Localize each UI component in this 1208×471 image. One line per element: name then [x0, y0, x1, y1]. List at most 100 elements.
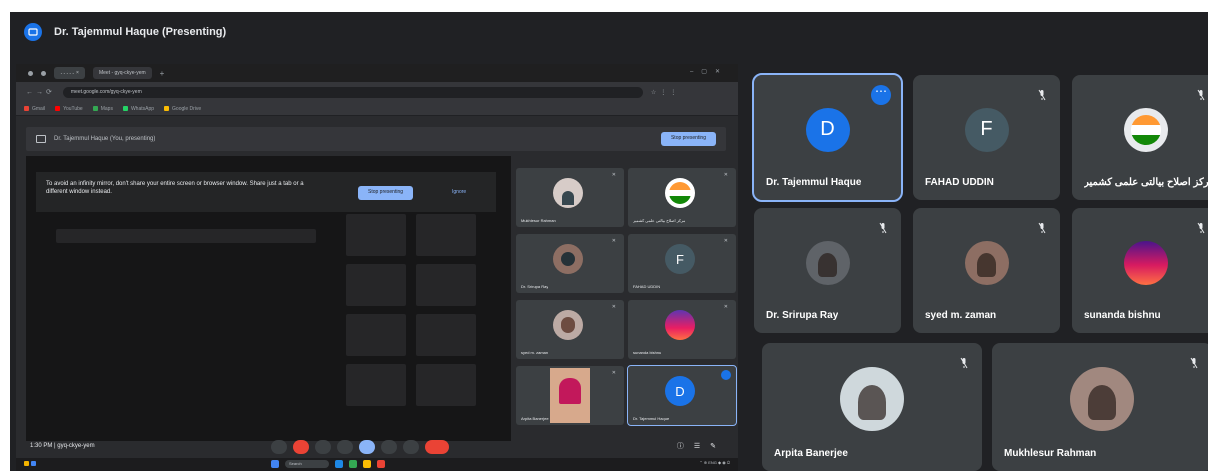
warning-text: To avoid an infinity mirror, don't share…	[46, 181, 304, 195]
app-icon	[349, 460, 357, 468]
avatar: F	[964, 107, 1009, 152]
inner-tile-name: FAHAD UDDIN	[633, 284, 661, 289]
inner-tile: ✕ Dr. Srirupa Ray	[516, 234, 624, 293]
bookmark-item: Gmail	[24, 106, 45, 112]
mic-off-icon	[1197, 222, 1205, 234]
avatar: D	[805, 107, 850, 152]
avatar	[1070, 367, 1134, 431]
bookmark-item: WhatsApp	[122, 106, 154, 112]
browser-tab: ۔۔۔۔۔ ×	[54, 67, 85, 79]
mic-off-icon: ✕	[611, 370, 616, 376]
mic-icon	[271, 440, 287, 454]
present-icon	[36, 135, 46, 143]
avatar-initial: F	[980, 118, 993, 140]
mic-off-icon: ✕	[723, 172, 728, 178]
avatar	[665, 178, 695, 208]
window-controls-icon: –▢✕	[689, 69, 728, 75]
participant-name: Dr. Srirupa Ray	[766, 310, 839, 321]
presenting-bar: Dr. Tajemmul Haque (You, presenting) Sto…	[26, 127, 726, 151]
participant-tile[interactable]: Mukhlesur Rahman	[992, 343, 1208, 471]
avatar	[665, 310, 695, 340]
avatar	[1123, 107, 1168, 152]
profile-icon	[28, 70, 33, 76]
inner-control-buttons	[271, 440, 449, 454]
avatar	[553, 244, 583, 274]
avatar: D	[665, 376, 695, 406]
mic-off-icon	[879, 222, 887, 234]
shared-screen[interactable]: ۔۔۔۔۔ × Meet - gyq-ckye-yem + –▢✕ ←→⟳ me…	[16, 64, 738, 471]
mirrored-tile	[416, 214, 476, 256]
inner-tile: ✕ Arpita Banerjee	[516, 366, 624, 425]
warning-stop-button: Stop presenting	[358, 186, 414, 200]
mic-off-icon	[1197, 89, 1205, 101]
participant-tile[interactable]: Dr. Srirupa Ray	[754, 208, 901, 333]
presenting-bar-label: Dr. Tajemmul Haque (You, presenting)	[54, 136, 156, 142]
meet-window: Dr. Tajemmul Haque (Presenting) ۔۔۔۔۔ × …	[10, 12, 1208, 471]
new-tab-icon: +	[159, 68, 165, 78]
profile-icon	[41, 70, 46, 76]
app-icon	[377, 460, 385, 468]
participant-tile[interactable]: syed m. zaman	[913, 208, 1060, 333]
more-options-icon[interactable]: ⋯	[871, 85, 891, 105]
mic-off-icon	[1190, 357, 1198, 369]
browser-tab-active: Meet - gyq-ckye-yem	[92, 67, 152, 79]
participant-name: Arpita Banerjee	[774, 448, 848, 459]
start-menu-icon	[271, 460, 279, 468]
mic-off-icon	[1038, 89, 1046, 101]
participant-tile[interactable]: Arpita Banerjee	[762, 343, 982, 471]
inner-meet-controls: 1:30 PM | gyq-ckye-yem ⓘ☰✎	[16, 436, 738, 458]
mic-off-icon: ✕	[611, 238, 616, 244]
inner-tile-name: syed m. zaman	[521, 350, 549, 355]
windows-start-icon	[24, 461, 38, 468]
participant-tile[interactable]: F FAHAD UDDIN	[913, 75, 1060, 200]
participant-name: syed m. zaman	[925, 310, 997, 321]
raise-hand-icon	[381, 440, 397, 454]
avatar	[1123, 240, 1168, 285]
screenshot: Dr. Tajemmul Haque (Presenting) ۔۔۔۔۔ × …	[0, 0, 1208, 471]
participant-tile[interactable]: D ⋯ Dr. Tajemmul Haque	[752, 73, 903, 202]
mic-off-icon: ✕	[611, 304, 616, 310]
participant-name: FAHAD UDDIN	[925, 177, 994, 188]
mic-off-icon	[1038, 222, 1046, 234]
taskbar-apps: Search	[271, 460, 385, 468]
mirrored-tile	[416, 364, 476, 406]
avatar-initial: D	[820, 118, 835, 140]
present-icon	[359, 440, 375, 454]
participant-tile[interactable]: مرکز اصلاح بیالتی علمی کشمیر	[1072, 75, 1208, 200]
inner-tile: ✕ sunanda bishnu	[628, 300, 736, 359]
inner-tile-name: Arpita Banerjee	[521, 416, 549, 421]
system-tray: ⌃ ⊕ ENG ◆ ◉ ⏻	[699, 460, 730, 465]
omnibox: meet.google.com/gyq-ckye-yem	[62, 86, 643, 98]
camera-off-icon	[293, 440, 309, 454]
mirrored-bar	[56, 229, 316, 243]
bookmark-item: YouTube	[55, 106, 83, 112]
video-feed	[550, 368, 590, 423]
mic-off-icon: ✕	[723, 238, 728, 244]
inner-tile: ✕ syed m. zaman	[516, 300, 624, 359]
avatar: F	[665, 244, 695, 274]
inner-tile: ✕ F FAHAD UDDIN	[628, 234, 736, 293]
participant-tile[interactable]: sunanda bishnu	[1072, 208, 1208, 333]
participant-name: sunanda bishnu	[1084, 310, 1161, 321]
inner-tile: ✕ مرکز اصلاح بیالتی علمی کشمیر	[628, 168, 736, 227]
participant-name: Mukhlesur Rahman	[1004, 448, 1097, 459]
inner-tile-name: مرکز اصلاح بیالتی علمی کشمیر	[633, 218, 686, 223]
inner-tile: D Dr. Tajemmul Haque	[627, 365, 737, 426]
emoji-icon	[337, 440, 353, 454]
avatar	[553, 178, 583, 208]
mirrored-tile	[346, 264, 406, 306]
inner-right-controls: ⓘ☰✎	[676, 443, 726, 450]
inner-tile: ✕ Mukhlesur Rahman	[516, 168, 624, 227]
mirrored-tile	[346, 214, 406, 256]
inner-tile-name: Mukhlesur Rahman	[521, 218, 556, 223]
inner-tile-name: sunanda bishnu	[633, 350, 662, 355]
bookmark-item: Google Drive	[164, 106, 201, 112]
mirrored-tile	[346, 314, 406, 356]
participant-name: Dr. Tajemmul Haque	[766, 177, 862, 188]
browser-extensions-icons: ☆⋮⋮	[650, 89, 681, 96]
presenter-title: Dr. Tajemmul Haque (Presenting)	[54, 26, 227, 38]
avatar	[805, 240, 850, 285]
captions-icon	[315, 440, 331, 454]
inner-tile-name: Dr. Tajemmul Haque	[633, 416, 670, 421]
presenter-header: Dr. Tajemmul Haque (Presenting)	[10, 12, 750, 52]
